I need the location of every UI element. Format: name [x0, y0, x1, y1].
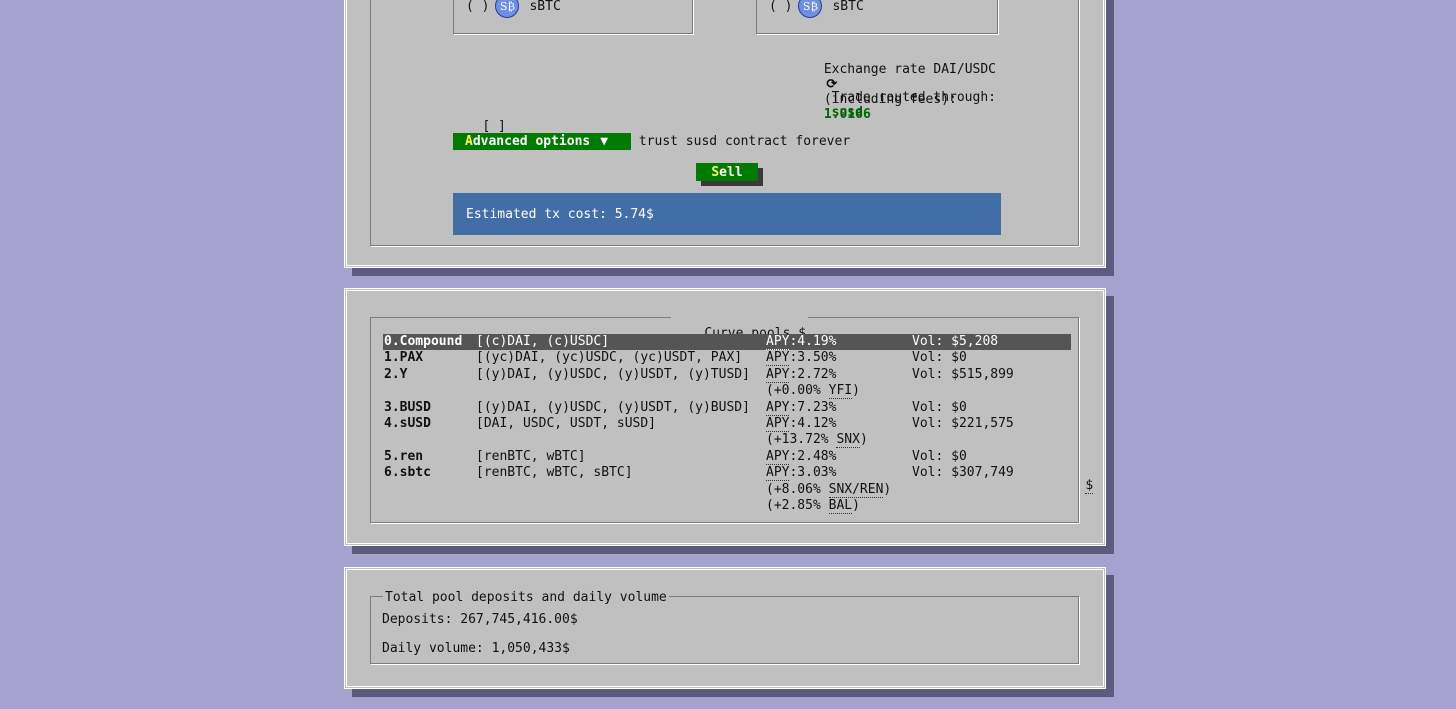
- deposits-text: Deposits: 267,745,416.00$: [382, 612, 578, 627]
- apy-value: :2.48%: [789, 448, 837, 464]
- pool-row-5[interactable]: 5.ren [renBTC, wBTC] APY:2.48% Vol: $0: [383, 448, 1071, 465]
- pool-row-6[interactable]: 6.sbtc [renBTC, wBTC, sBTC] APY:3.03% Vol: …: [383, 465, 1071, 482]
- totals-title: Total pool deposits and daily volume: [383, 590, 669, 605]
- pool-row-2[interactable]: 2.Y [(y)DAI, (y)USDC, (y)USDT, (y)TUSD] AP…: [383, 366, 1071, 383]
- apy-value: :3.03%: [789, 465, 837, 481]
- swap-panel: ( ) S₿ sBTC ( ) S₿ sBTC Exchange rate DA…: [344, 0, 1106, 268]
- reward-token[interactable]: SNX: [836, 432, 860, 449]
- apy-label[interactable]: APY: [766, 416, 790, 432]
- daily-volume-text: Daily volume: 1,050,433$: [382, 641, 570, 656]
- reward-close: ): [852, 383, 860, 399]
- pool-volume: Vol: $515,899: [912, 366, 1014, 382]
- apy-value: :7.23%: [789, 399, 837, 415]
- pool-apy: APY:7.23%: [766, 399, 837, 416]
- infinite-approval-checkbox[interactable]: [ ]: [482, 119, 505, 134]
- pool-coins: [renBTC, wBTC, sBTC]: [476, 465, 633, 481]
- pool-volume: Vol: $307,749: [912, 465, 1014, 481]
- pool-reward-row: (+13.72% SNX): [383, 432, 1071, 449]
- tx-cost-box: Estimated tx cost: 5.74$: [453, 193, 1001, 235]
- reward-percent: (+13.72%: [766, 432, 837, 448]
- side-currency-label: $: [1085, 478, 1094, 494]
- sbtc-icon: S₿: [495, 0, 520, 18]
- pool-apy: APY:3.50%: [766, 350, 837, 367]
- advanced-label: dvanced options: [472, 134, 591, 149]
- from-coin-radio[interactable]: ( ): [466, 0, 489, 14]
- apy-label[interactable]: APY: [766, 334, 790, 350]
- sell-hotkey: S: [711, 164, 720, 180]
- pool-name[interactable]: 6.sbtc: [384, 465, 431, 481]
- pool-row-0[interactable]: 0.Compound [(c)DAI, (c)USDC] APY:4.19% Vol:…: [383, 334, 1071, 350]
- pool-volume: Vol: $0: [912, 448, 967, 464]
- sell-button[interactable]: Sell: [696, 163, 758, 181]
- apy-label[interactable]: APY: [766, 366, 790, 383]
- pool-name[interactable]: 2.Y: [384, 367, 407, 383]
- apy-label[interactable]: APY: [766, 399, 790, 416]
- apy-value: :4.19%: [789, 334, 837, 349]
- pool-reward-row: (+8.06% SNX/REN): [383, 481, 1071, 498]
- reward-percent: (+2.85%: [766, 498, 829, 513]
- tx-cost-text: Estimated tx cost: 5.74$: [466, 206, 654, 222]
- pool-row-4[interactable]: 4.sUSD [DAI, USDC, USDT, sUSD] APY:4.12% Vo…: [383, 416, 1071, 432]
- apy-value: :3.50%: [789, 350, 837, 366]
- pool-reward: (+0.00% YFI): [766, 383, 860, 400]
- apy-label[interactable]: APY: [766, 465, 790, 482]
- reward-percent: (+8.06%: [766, 481, 829, 497]
- pool-coins: [renBTC, wBTC]: [476, 448, 586, 464]
- pool-coins: [(y)DAI, (y)USDC, (y)USDT, (y)TUSD]: [476, 366, 750, 382]
- pool-apy: APY:3.03%: [766, 465, 837, 482]
- pool-coins: [(y)DAI, (y)USDC, (y)USDT, (y)BUSD]: [476, 399, 750, 415]
- apy-label[interactable]: APY: [766, 350, 790, 367]
- pool-reward: (+2.85% BAL): [766, 498, 860, 514]
- reward-close: ): [852, 498, 860, 513]
- reward-close: ): [859, 432, 868, 448]
- pool-volume: Vol: $5,208: [912, 334, 999, 349]
- pool-apy: APY:4.12%: [766, 416, 836, 432]
- pool-name[interactable]: 5.ren: [384, 449, 423, 465]
- from-coin-label: sBTC: [529, 0, 561, 14]
- pool-row-3[interactable]: 3.BUSD [(y)DAI, (y)USDC, (y)USDT, (y)BUSD…: [383, 399, 1071, 416]
- pool-volume: Vol: $221,575: [912, 416, 1014, 431]
- apy-value: :4.12%: [789, 416, 837, 431]
- reward-close: ): [883, 481, 892, 497]
- pool-reward-row: (+0.00% YFI): [383, 383, 1071, 400]
- curve-pools-panel: Curve pools $ 0.Compound[(c)DAI, (c)USDC…: [344, 288, 1106, 546]
- to-coin-label: sBTC: [832, 0, 864, 14]
- pool-volume: Vol: $0: [912, 350, 967, 366]
- pool-apy: APY:2.48%: [766, 448, 837, 465]
- pool-name[interactable]: 4.sUSD: [384, 416, 431, 432]
- reward-token[interactable]: YFI: [828, 383, 853, 400]
- reward-percent: (+0.00%: [766, 383, 829, 399]
- from-coin-box: ( ) S₿ sBTC: [453, 0, 693, 34]
- reward-token[interactable]: SNX/REN: [828, 481, 884, 498]
- sell-label: ell: [719, 164, 743, 180]
- from-coin-option-sbtc[interactable]: ( ) S₿ sBTC: [466, 0, 561, 18]
- pool-row-1[interactable]: 1.PAX [(yc)DAI, (yc)USDC, (yc)USDT, PAX] A…: [383, 350, 1071, 367]
- reward-token[interactable]: BAL: [828, 498, 853, 514]
- pool-reward-row: (+2.85% BAL): [383, 498, 1071, 514]
- advanced-options-button[interactable]: Advanced options ▼: [453, 133, 631, 150]
- pool-reward: (+8.06% SNX/REN): [766, 481, 892, 498]
- advanced-hotkey: A: [465, 134, 473, 149]
- route-label: Trade routed through:: [831, 90, 996, 105]
- side-currency-toggle[interactable]: $: [1054, 463, 1094, 508]
- sbtc-icon: S₿: [798, 0, 823, 18]
- pool-apy: APY:2.72%: [766, 366, 837, 383]
- pool-coins: [(c)DAI, (c)USDC]: [476, 334, 610, 349]
- apy-label[interactable]: APY: [766, 448, 790, 465]
- to-coin-box: ( ) S₿ sBTC: [756, 0, 998, 34]
- pool-coins: [DAI, USDC, USDT, sUSD]: [476, 416, 657, 431]
- pool-reward: (+13.72% SNX): [766, 432, 868, 449]
- to-coin-radio[interactable]: ( ): [769, 0, 792, 14]
- totals-panel: Total pool deposits and daily volume Dep…: [344, 567, 1106, 689]
- pool-volume: Vol: $0: [912, 399, 967, 415]
- to-coin-option-sbtc[interactable]: ( ) S₿ sBTC: [769, 0, 864, 18]
- pool-name[interactable]: 0.Compound: [384, 334, 462, 350]
- pool-name[interactable]: 1.PAX: [384, 350, 423, 366]
- apy-value: :2.72%: [789, 366, 837, 382]
- pool-coins: [(yc)DAI, (yc)USDC, (yc)USDT, PAX]: [476, 350, 743, 366]
- chevron-down-icon: ▼: [600, 134, 609, 149]
- pool-apy: APY:4.19%: [766, 334, 836, 350]
- pool-name[interactable]: 3.BUSD: [384, 400, 431, 416]
